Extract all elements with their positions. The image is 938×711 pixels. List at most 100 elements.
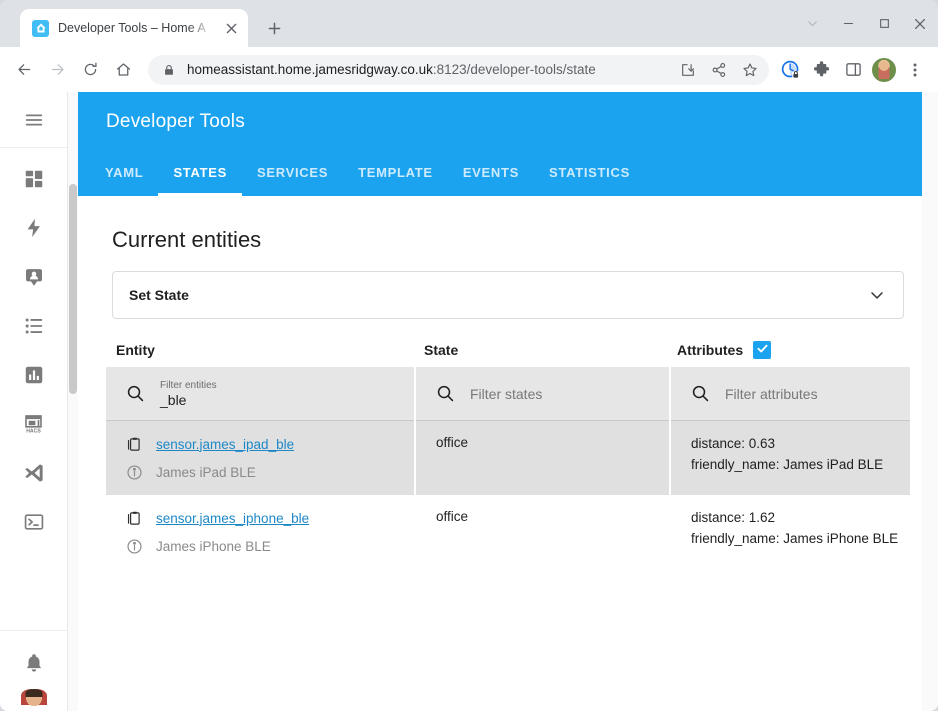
app-tabs: YAML STATES SERVICES TEMPLATE EVENTS STA… (90, 148, 645, 196)
page-scrollbar[interactable] (68, 92, 78, 711)
table-filter-row: Filter entities _ble Filter states (106, 367, 910, 421)
side-panel-icon[interactable] (838, 55, 868, 85)
filter-states-placeholder: Filter states (470, 386, 542, 402)
sidebar-item-history[interactable] (10, 353, 58, 401)
close-icon[interactable] (902, 4, 938, 44)
url-host: homeassistant.home.jamesridgway.co.uk (187, 62, 433, 77)
page-title: Current entities (106, 196, 910, 271)
filter-attributes-field[interactable]: Filter attributes (671, 367, 910, 421)
lock-icon (160, 64, 178, 76)
extensions-puzzle-icon[interactable] (807, 55, 837, 85)
filter-entities-text: Filter entities _ble (160, 380, 217, 408)
bookmark-star-icon[interactable] (735, 55, 765, 85)
state-value: office (436, 507, 669, 524)
address-bar[interactable]: homeassistant.home.jamesridgway.co.uk:81… (148, 55, 769, 85)
sidebar-footer (0, 630, 67, 711)
entity-id-link[interactable]: sensor.james_ipad_ble (156, 437, 294, 452)
omnibox-actions (673, 55, 765, 85)
scrollbar-thumb[interactable] (69, 184, 77, 394)
terminal-icon (23, 511, 45, 538)
logbook-list-icon (23, 315, 45, 342)
url-path: :8123/developer-tools/state (433, 62, 596, 77)
table-row[interactable]: sensor.james_ipad_ble James iPad BLE off… (106, 421, 910, 495)
filter-states-field[interactable]: Filter states (416, 367, 669, 421)
map-marker-person-icon (23, 266, 45, 293)
tab-title: Developer Tools – Home A (58, 21, 213, 35)
page-body: Current entities Set State Entity State … (78, 196, 938, 569)
content-right-gutter (922, 92, 938, 711)
sidebar-item-logbook[interactable] (10, 304, 58, 352)
chrome-menu-icon[interactable] (900, 55, 930, 85)
tab-template[interactable]: TEMPLATE (343, 148, 448, 196)
cell-state: office (416, 421, 669, 495)
bell-notification-icon (23, 652, 45, 679)
search-icon (126, 384, 146, 403)
close-icon[interactable] (222, 19, 240, 37)
home-icon[interactable] (107, 55, 139, 85)
clipboard-copy-icon[interactable] (126, 436, 144, 453)
tab-yaml[interactable]: YAML (90, 148, 158, 196)
sidebar-items: HACS (10, 148, 58, 548)
sidebar-header (0, 92, 67, 148)
reload-icon[interactable] (74, 55, 106, 85)
hamburger-menu-icon[interactable] (10, 96, 58, 144)
column-header-state[interactable]: State (424, 342, 677, 358)
entity-id-line: sensor.james_iphone_ble (126, 507, 414, 529)
cell-entity: sensor.james_iphone_ble James iPhone BLE (106, 495, 414, 569)
new-tab-icon[interactable] (260, 14, 288, 42)
tab-statistics[interactable]: STATISTICS (534, 148, 645, 196)
tab-services[interactable]: SERVICES (242, 148, 343, 196)
sidebar-item-terminal[interactable] (10, 500, 58, 548)
sidebar-item-energy[interactable] (10, 206, 58, 254)
table-row[interactable]: sensor.james_iphone_ble James iPhone BLE… (106, 495, 910, 569)
set-state-panel[interactable]: Set State (112, 271, 904, 319)
filter-attributes-placeholder: Filter attributes (725, 386, 818, 402)
column-header-attributes-label[interactable]: Attributes (677, 342, 743, 358)
attribute-line: distance: 1.62 (691, 507, 910, 528)
attribute-line: friendly_name: James iPad BLE (691, 454, 910, 475)
chevron-down-icon[interactable] (794, 4, 830, 44)
column-header-entity[interactable]: Entity (116, 342, 424, 358)
tab-states[interactable]: STATES (158, 148, 242, 196)
search-icon (691, 384, 711, 403)
profile-avatar[interactable] (869, 55, 899, 85)
sidebar-item-map[interactable] (10, 255, 58, 303)
entity-friendly-name: James iPhone BLE (156, 539, 271, 554)
chart-bar-icon (23, 364, 45, 391)
sidebar-item-overview[interactable] (10, 157, 58, 205)
install-icon[interactable] (673, 55, 703, 85)
minimize-icon[interactable] (830, 4, 866, 44)
url-text: homeassistant.home.jamesridgway.co.uk:81… (187, 62, 673, 77)
browser-window: Developer Tools – Home A (0, 0, 938, 711)
chevron-down-icon[interactable] (867, 285, 887, 305)
entity-id-line: sensor.james_ipad_ble (126, 433, 414, 455)
filter-entities-value: _ble (160, 392, 217, 408)
sidebar-item-vscode[interactable] (10, 451, 58, 499)
forward-arrow-icon[interactable] (41, 55, 73, 85)
column-header-attributes: Attributes (677, 341, 910, 359)
entity-id-link[interactable]: sensor.james_iphone_ble (156, 511, 309, 526)
sidebar-item-hacs[interactable]: HACS (10, 402, 58, 450)
svg-text:HACS: HACS (26, 429, 41, 435)
clipboard-copy-icon[interactable] (126, 510, 144, 527)
sidebar-item-notifications[interactable] (10, 641, 58, 689)
tab-events[interactable]: EVENTS (448, 148, 534, 196)
attributes-checkbox[interactable] (753, 341, 771, 359)
back-arrow-icon[interactable] (8, 55, 40, 85)
filter-entities-field[interactable]: Filter entities _ble (106, 367, 414, 421)
privacy-badger-icon[interactable] (776, 55, 806, 85)
info-circle-icon[interactable] (126, 464, 144, 481)
cell-attributes: distance: 0.63 friendly_name: James iPad… (671, 421, 910, 495)
checkmark-icon (756, 342, 769, 358)
filter-entities-label: Filter entities (160, 380, 217, 392)
maximize-icon[interactable] (866, 4, 902, 44)
app-header: Developer Tools YAML STATES SERVICES TEM… (78, 92, 938, 196)
hacs-storefront-icon: HACS (22, 412, 45, 440)
info-circle-icon[interactable] (126, 538, 144, 555)
cell-entity: sensor.james_ipad_ble James iPad BLE (106, 421, 414, 495)
entity-friendly-name: James iPad BLE (156, 465, 256, 480)
dashboard-grid-icon (23, 168, 45, 195)
browser-tab[interactable]: Developer Tools – Home A (20, 9, 248, 47)
share-icon[interactable] (704, 55, 734, 85)
state-value: office (436, 433, 669, 450)
